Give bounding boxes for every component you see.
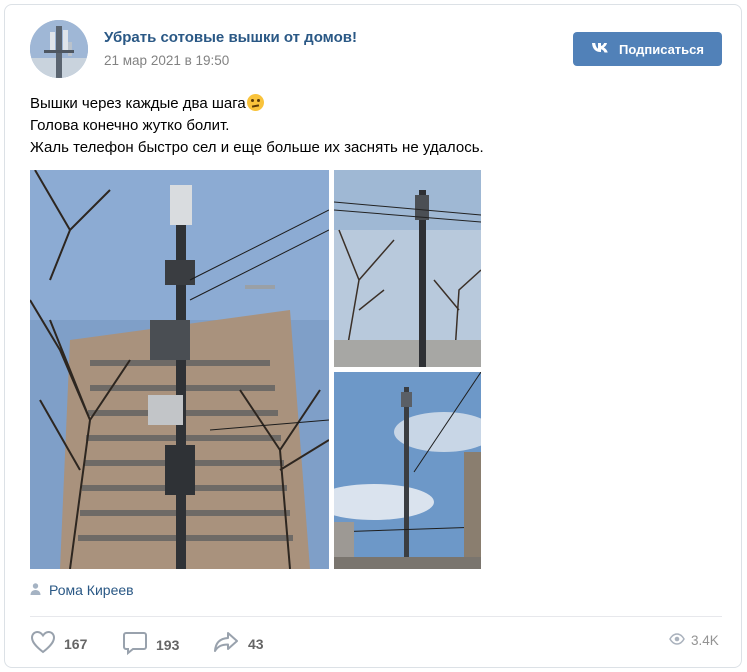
post-photo-2[interactable] xyxy=(334,170,481,367)
vk-logo-icon xyxy=(591,42,611,57)
comment-button[interactable]: 193 xyxy=(122,630,179,659)
views-count: 3.4K xyxy=(691,633,719,648)
author-name: Рома Киреев xyxy=(49,582,134,598)
share-button[interactable]: 43 xyxy=(212,630,264,657)
comment-icon xyxy=(122,630,148,659)
post-text: Вышки через каждые два шага Голова конеч… xyxy=(30,93,484,159)
comment-count: 193 xyxy=(156,636,180,653)
divider xyxy=(30,616,722,617)
share-icon xyxy=(212,630,240,657)
post-text-line-2: Голова конечно жутко болит. xyxy=(30,117,230,134)
post-author[interactable]: Рома Киреев xyxy=(30,582,134,598)
subscribe-label: Подписаться xyxy=(618,41,704,57)
share-count: 43 xyxy=(248,635,264,652)
post-date[interactable]: 21 мар 2021 в 19:50 xyxy=(104,53,229,68)
post-photo-3[interactable] xyxy=(334,372,481,569)
user-icon xyxy=(30,582,41,598)
like-button[interactable]: 167 xyxy=(30,630,87,657)
like-count: 167 xyxy=(64,635,88,652)
group-name-link[interactable]: Убрать сотовые вышки от домов! xyxy=(104,29,357,46)
confused-face-emoji-icon xyxy=(246,94,264,111)
subscribe-button[interactable]: Подписаться xyxy=(573,32,722,66)
post-photo-1[interactable] xyxy=(30,170,329,569)
views-counter: 3.4K xyxy=(669,633,719,648)
heart-icon xyxy=(30,630,56,657)
post-text-line-3: Жаль телефон быстро сел и еще больше их … xyxy=(30,139,484,156)
post-text-line-1: Вышки через каждые два шага xyxy=(30,93,484,115)
eye-icon xyxy=(669,633,685,648)
post-card: Убрать сотовые вышки от домов! 21 мар 20… xyxy=(4,4,742,668)
group-avatar[interactable] xyxy=(30,20,88,78)
